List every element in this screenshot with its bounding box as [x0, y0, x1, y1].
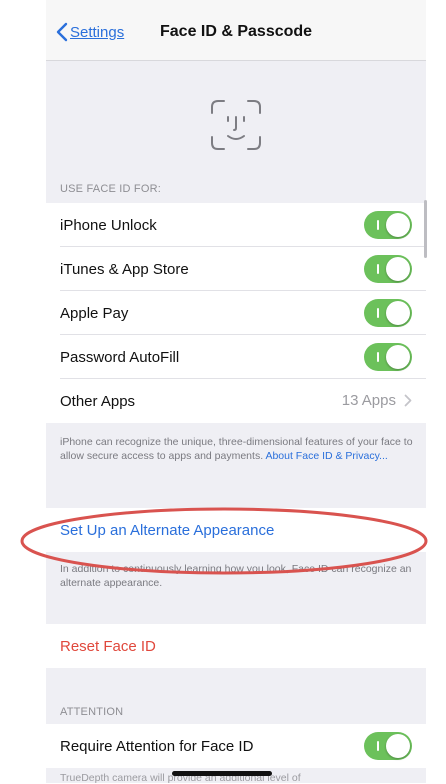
row-label: Other Apps: [60, 392, 136, 410]
back-label: Settings: [70, 23, 125, 41]
password-autofill-toggle[interactable]: [364, 343, 412, 371]
page-title: Face ID & Passcode: [160, 23, 313, 40]
attention-group: Require Attention for Face ID: [46, 724, 426, 768]
row-label: Reset Face ID: [60, 637, 156, 655]
attention-header: ATTENTION: [60, 706, 124, 718]
row-label: Require Attention for Face ID: [60, 737, 254, 755]
row-apple-pay: Apple Pay: [46, 291, 426, 335]
other-apps-count: 13 Apps: [342, 392, 412, 409]
back-button[interactable]: Settings: [56, 20, 124, 44]
home-indicator[interactable]: [172, 771, 272, 776]
row-other-apps[interactable]: Other Apps 13 Apps: [46, 379, 426, 423]
reset-face-id-button[interactable]: Reset Face ID: [46, 624, 426, 668]
reset-group: Reset Face ID: [46, 624, 426, 668]
use-face-id-group: iPhone Unlock iTunes & App Store Apple P…: [46, 203, 426, 423]
chevron-right-icon: [404, 394, 412, 407]
row-password-autofill: Password AutoFill: [46, 335, 426, 379]
face-id-footnote: iPhone can recognize the unique, three-d…: [60, 436, 413, 462]
row-require-attention: Require Attention for Face ID: [46, 724, 426, 768]
iphone-unlock-toggle[interactable]: [364, 211, 412, 239]
apple-pay-toggle[interactable]: [364, 299, 412, 327]
chevron-left-icon: [56, 22, 68, 42]
navigation-bar: Settings Face ID & Passcode: [46, 0, 426, 61]
row-label: iTunes & App Store: [60, 260, 189, 278]
face-id-icon: [211, 100, 261, 150]
row-label: Apple Pay: [60, 304, 129, 322]
itunes-app-store-toggle[interactable]: [364, 255, 412, 283]
row-label: iPhone Unlock: [60, 216, 157, 234]
row-iphone-unlock: iPhone Unlock: [46, 203, 426, 247]
require-attention-toggle[interactable]: [364, 732, 412, 760]
about-face-id-privacy-link[interactable]: About Face ID & Privacy...: [265, 450, 387, 462]
scroll-indicator: [424, 200, 427, 258]
settings-screen: Settings Face ID & Passcode USE FACE ID …: [46, 0, 426, 783]
row-label: Password AutoFill: [60, 348, 180, 366]
row-itunes-app-store: iTunes & App Store: [46, 247, 426, 291]
highlight-ellipse: [20, 507, 428, 575]
use-face-id-header: USE FACE ID FOR:: [60, 183, 161, 195]
